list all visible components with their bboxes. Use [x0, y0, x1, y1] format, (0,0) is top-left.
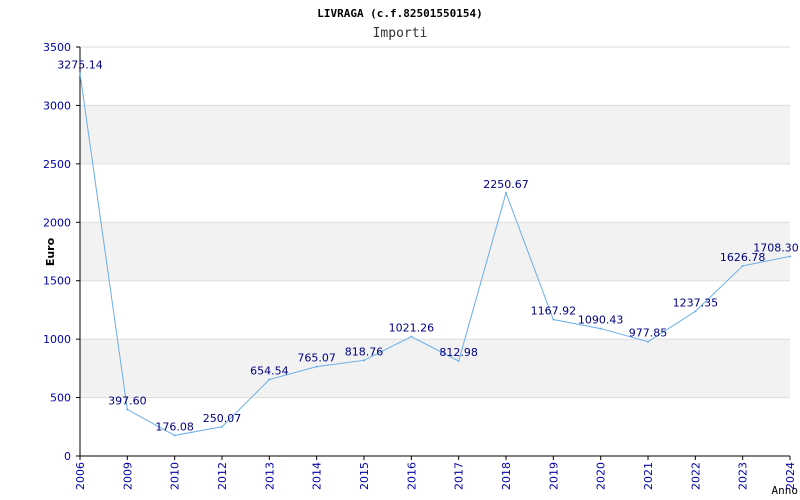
data-point	[741, 264, 744, 267]
y-tick-label: 3500	[43, 41, 71, 54]
data-label: 765.07	[297, 352, 336, 365]
x-tick-label: 2020	[595, 462, 608, 490]
x-tick-label: 2017	[453, 462, 466, 490]
data-point	[505, 191, 507, 194]
data-point	[79, 72, 81, 75]
data-point	[173, 434, 176, 437]
y-tick-label: 0	[64, 450, 71, 463]
x-tick-label: 2022	[689, 462, 702, 490]
data-point	[647, 340, 649, 343]
data-label: 397.60	[108, 395, 147, 408]
data-point	[552, 318, 555, 321]
data-point	[457, 359, 460, 362]
data-label: 3275.14	[57, 58, 103, 71]
chart-subtitle: Importi	[373, 26, 428, 41]
x-tick-label: 2021	[642, 462, 655, 490]
x-tick-label: 2019	[547, 462, 560, 490]
data-label: 1167.92	[531, 305, 577, 318]
y-tick-label: 2500	[43, 158, 71, 171]
data-point	[315, 365, 318, 368]
chart-root: LIVRAGA (c.f.82501550154) Importi Euro A…	[0, 0, 800, 500]
y-tick-label: 2000	[43, 216, 71, 229]
data-label: 250.07	[203, 412, 242, 425]
x-tick-label: 2018	[500, 462, 513, 490]
data-label: 977.85	[629, 327, 668, 340]
background-band	[80, 339, 790, 398]
y-tick-label: 500	[50, 392, 71, 405]
background-band	[80, 105, 790, 164]
chart-title: LIVRAGA (c.f.82501550154)	[317, 7, 483, 20]
line-chart: LIVRAGA (c.f.82501550154) Importi Euro A…	[43, 7, 799, 497]
data-point	[599, 327, 602, 330]
data-label: 1090.43	[578, 314, 624, 327]
x-tick-label: 2016	[405, 462, 418, 490]
data-point	[410, 335, 413, 338]
x-tick-labels: 2006 2009 2010 2012 2013 2014 2015 2016 2017 2018…	[74, 462, 797, 490]
x-tick-label: 2015	[358, 462, 371, 490]
data-point	[126, 408, 129, 411]
y-axis-label: Euro	[44, 237, 57, 266]
x-tick-label: 2012	[216, 462, 229, 490]
x-tick-label: 2014	[311, 462, 324, 490]
data-label: 2250.67	[483, 178, 529, 191]
y-tick-label: 1000	[43, 333, 71, 346]
data-point	[221, 425, 223, 428]
data-label: 818.76	[345, 345, 384, 358]
data-label: 176.08	[155, 420, 194, 433]
data-point	[789, 255, 791, 258]
background-bands	[80, 105, 790, 398]
x-tick-label: 2024	[784, 462, 797, 490]
data-label: 654.54	[250, 365, 289, 378]
data-point	[694, 310, 697, 313]
y-tick-label: 3000	[43, 99, 71, 112]
data-point	[268, 378, 271, 381]
y-tick-label: 1500	[43, 275, 71, 288]
data-label: 1708.30	[753, 241, 799, 254]
data-label: 1237.35	[673, 296, 719, 309]
data-point	[363, 359, 365, 362]
x-tick-label: 2023	[737, 462, 750, 490]
x-tick-label: 2010	[169, 462, 182, 490]
x-tick-label: 2006	[74, 462, 87, 490]
x-tick-label: 2009	[121, 462, 134, 490]
data-label: 812.98	[439, 346, 478, 359]
x-tick-label: 2013	[263, 462, 276, 490]
background-band	[80, 222, 790, 281]
data-label: 1021.26	[389, 322, 435, 335]
